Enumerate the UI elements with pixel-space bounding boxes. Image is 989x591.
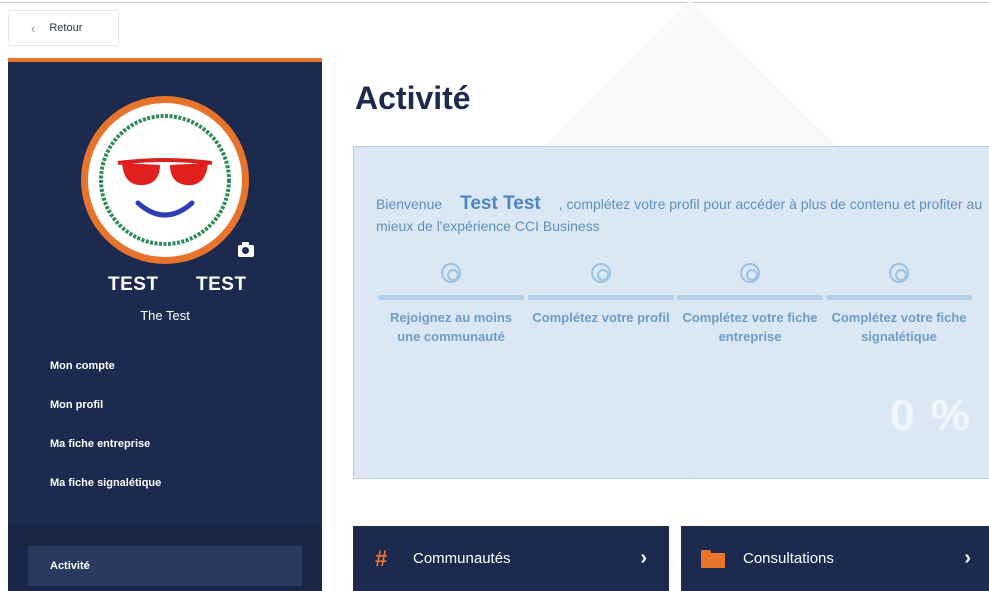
step-complete-profile[interactable]: Complétez votre profil	[528, 263, 674, 327]
chevron-right-icon: ›	[964, 547, 971, 569]
step-label: Complétez votre fiche entreprise	[682, 310, 818, 344]
folder-icon	[701, 549, 725, 568]
user-company: The Test	[140, 308, 190, 323]
top-divider	[0, 2, 989, 3]
menu-item-fiche-signaletique[interactable]: Ma fiche signalétique	[50, 477, 161, 489]
chevron-right-icon: ›	[640, 547, 647, 569]
avatar	[81, 96, 249, 264]
camera-icon[interactable]	[237, 242, 255, 258]
step-progress-bar	[826, 295, 972, 300]
step-complete-signaletique[interactable]: Complétez votre fiche signalétique	[826, 263, 972, 346]
step-join-community[interactable]: Rejoignez au moins une communauté	[378, 263, 524, 346]
menu-item-activite[interactable]: Activité	[28, 546, 302, 586]
target-icon	[591, 263, 611, 283]
tile-consultations[interactable]: Consultations ›	[681, 526, 989, 591]
welcome-prefix: Bienvenue	[376, 196, 443, 212]
tile-label: Communautés	[413, 550, 511, 567]
page-title: Activité	[355, 80, 471, 116]
welcome-message: Bienvenue Test Test, complétez votre prof…	[376, 193, 986, 237]
hashtag-icon: #	[375, 545, 388, 571]
step-progress-bar	[528, 295, 674, 300]
menu-item-mon-profil[interactable]: Mon profil	[50, 399, 103, 411]
step-progress-bar	[677, 295, 823, 300]
chevron-left-icon: ‹	[31, 20, 36, 36]
user-last-name: TEST	[196, 274, 247, 295]
sidebar-bottom-section: Activité	[8, 524, 322, 591]
avatar-image	[88, 103, 242, 257]
smiley-sunglasses-icon	[99, 114, 231, 246]
target-icon	[740, 263, 760, 283]
user-first-name: TEST	[108, 274, 159, 295]
progress-percentage: 0 %	[890, 391, 972, 440]
step-progress-bar	[378, 295, 524, 300]
step-label: Complétez votre fiche signalétique	[831, 310, 967, 344]
step-label: Rejoignez au moins une communauté	[389, 310, 513, 344]
profile-progress-card: Bienvenue Test Test, complétez votre prof…	[353, 146, 989, 479]
target-icon	[889, 263, 909, 283]
tile-communautes[interactable]: # Communautés ›	[353, 526, 669, 591]
tile-label: Consultations	[743, 550, 834, 567]
back-button[interactable]: ‹ Retour	[8, 10, 119, 46]
step-label: Complétez votre profil	[532, 310, 670, 325]
profile-sidebar: TEST TEST The Test Mon compte Mon profil…	[8, 58, 322, 591]
back-button-label: Retour	[49, 22, 83, 34]
welcome-user-name: Test Test	[460, 193, 541, 214]
menu-item-fiche-entreprise[interactable]: Ma fiche entreprise	[50, 438, 150, 450]
target-icon	[441, 263, 461, 283]
step-complete-company[interactable]: Complétez votre fiche entreprise	[677, 263, 823, 346]
menu-item-mon-compte[interactable]: Mon compte	[50, 360, 115, 372]
